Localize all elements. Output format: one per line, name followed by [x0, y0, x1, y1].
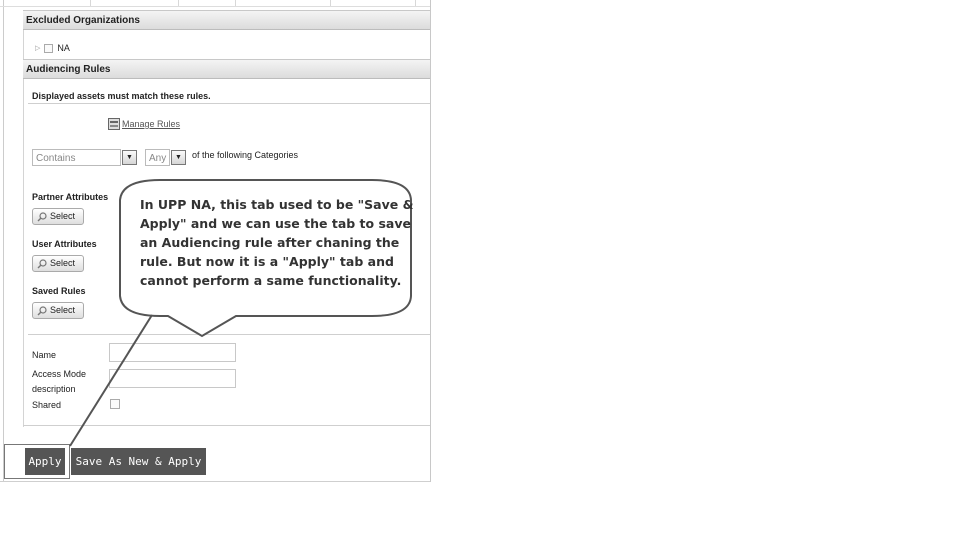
- annotation-line: rule. But now it is a "Apply" tab and: [140, 254, 394, 269]
- annotation-line: In UPP NA, this tab used to be "Save &: [140, 197, 414, 212]
- annotation-pointer-line: [69, 314, 153, 447]
- annotation-line: cannot perform a same functionality.: [140, 273, 402, 288]
- annotation-line: an Audiencing rule after chaning the: [140, 235, 400, 250]
- annotation-line: Apply" and we can use the tab to save: [140, 216, 411, 231]
- annotation-text: In UPP NA, this tab used to be "Save & A…: [140, 195, 414, 290]
